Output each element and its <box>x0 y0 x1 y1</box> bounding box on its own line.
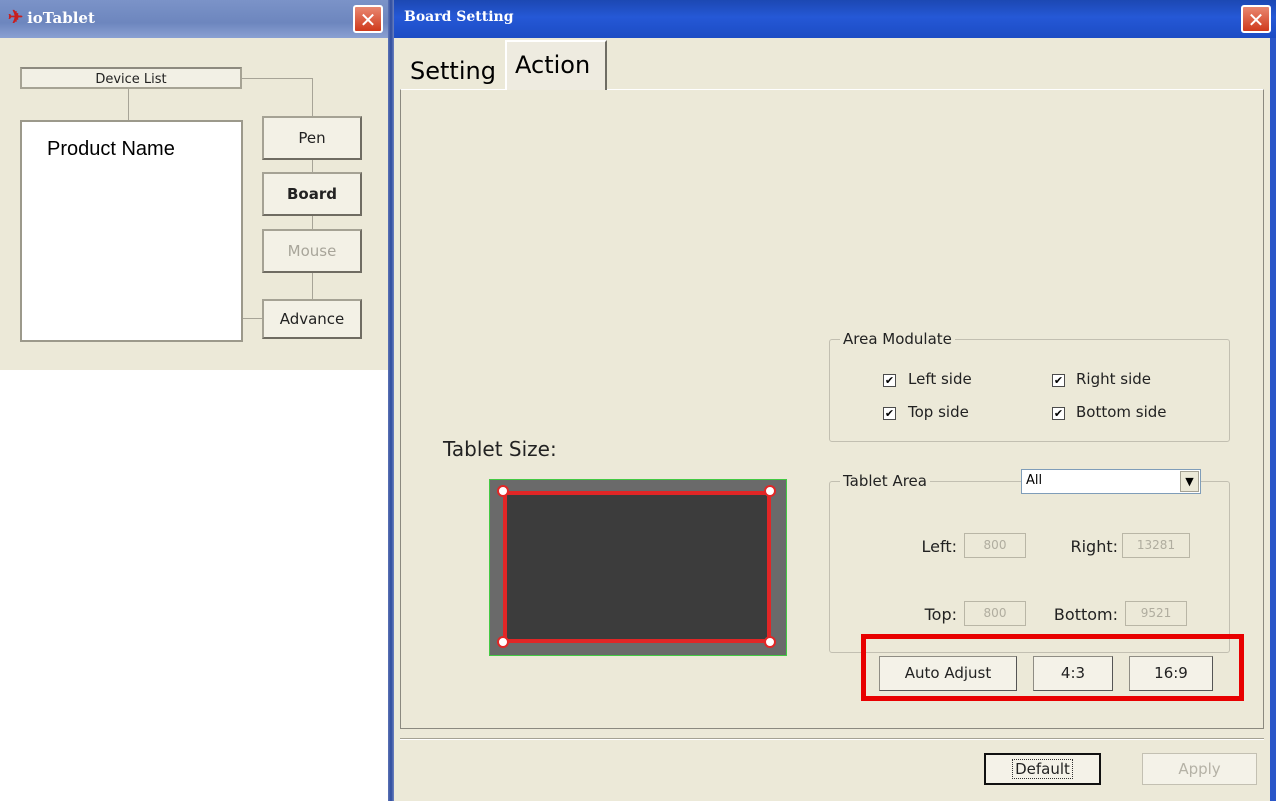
connector-line <box>312 273 313 299</box>
bottom-field: 9521 <box>1125 601 1187 626</box>
left-field-label: Left: <box>921 537 958 556</box>
bottom-side-label: Bottom side <box>1076 403 1167 421</box>
right-side-checkbox[interactable]: ✔ <box>1052 374 1065 387</box>
tablet-area-select[interactable]: All ▼ <box>1021 469 1201 494</box>
left-side-label: Left side <box>908 370 972 388</box>
right-window-title: Board Setting <box>404 9 514 25</box>
right-window-right-frame <box>1270 38 1276 801</box>
pen-button[interactable]: Pen <box>262 116 362 160</box>
highlight-box <box>861 634 1244 701</box>
tablet-area-handle-top-left[interactable] <box>497 485 509 497</box>
tablet-area-handle-top-right[interactable] <box>764 485 776 497</box>
device-list-label: Device List <box>20 67 242 89</box>
close-icon: ✕ <box>359 8 377 32</box>
default-button-label: Default <box>1012 759 1073 779</box>
right-side-label: Right side <box>1076 370 1151 388</box>
top-field: 800 <box>964 601 1026 626</box>
product-name-item[interactable]: Product Name <box>47 138 175 161</box>
tablet-size-label: Tablet Size: <box>443 437 557 461</box>
mouse-button: Mouse <box>262 229 362 273</box>
bottom-side-checkbox[interactable]: ✔ <box>1052 407 1065 420</box>
area-modulate-group <box>829 339 1230 442</box>
tablet-area-select-value: All <box>1026 473 1043 488</box>
right-field-label: Right: <box>1070 537 1118 556</box>
default-button[interactable]: Default <box>984 753 1101 785</box>
advance-button[interactable]: Advance <box>262 299 362 339</box>
tab-setting[interactable]: Setting <box>402 48 506 94</box>
tablet-area-handle-bottom-left[interactable] <box>497 636 509 648</box>
connector-line <box>312 160 313 172</box>
left-field: 800 <box>964 533 1026 558</box>
top-side-checkbox[interactable]: ✔ <box>883 407 896 420</box>
connector-line <box>128 89 129 120</box>
connector-line <box>241 78 313 79</box>
left-window-title: ✈ ioTablet <box>8 7 95 28</box>
checkmark-icon: ✔ <box>1053 374 1064 387</box>
checkmark-icon: ✔ <box>884 407 895 420</box>
tablet-area-handle-bottom-right[interactable] <box>764 636 776 648</box>
tablet-area-group <box>829 481 1230 653</box>
dropdown-arrow-icon[interactable]: ▼ <box>1180 471 1199 492</box>
left-window-title-text: ioTablet <box>27 9 95 27</box>
right-window-titlebar <box>394 0 1276 38</box>
bottom-field-label: Bottom: <box>1053 605 1118 624</box>
right-field: 13281 <box>1122 533 1190 558</box>
connector-line <box>243 318 262 319</box>
area-modulate-title: Area Modulate <box>840 330 955 348</box>
close-icon: ✕ <box>1247 8 1265 32</box>
iotablet-logo-icon: ✈ <box>8 7 24 28</box>
connector-line <box>312 78 313 116</box>
left-window-close-button[interactable]: ✕ <box>353 5 383 33</box>
tablet-active-area[interactable] <box>503 491 771 643</box>
tab-action[interactable]: Action <box>505 40 607 90</box>
left-side-checkbox[interactable]: ✔ <box>883 374 896 387</box>
top-field-label: Top: <box>924 605 957 624</box>
checkmark-icon: ✔ <box>1053 407 1064 420</box>
tablet-area-title: Tablet Area <box>840 472 930 490</box>
board-button[interactable]: Board <box>262 172 362 216</box>
bottom-separator <box>400 738 1264 740</box>
checkmark-icon: ✔ <box>884 374 895 387</box>
apply-button: Apply <box>1142 753 1257 785</box>
connector-line <box>312 216 313 229</box>
device-list-box[interactable]: Product Name <box>20 120 243 342</box>
top-side-label: Top side <box>908 403 969 421</box>
right-window-close-button[interactable]: ✕ <box>1241 5 1271 33</box>
